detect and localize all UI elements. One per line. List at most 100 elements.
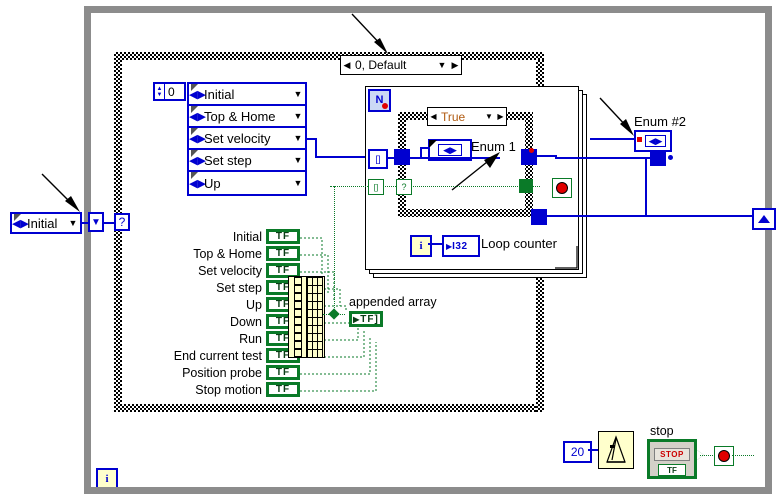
build-array-output-grid <box>306 277 323 357</box>
conditional-stop-terminal[interactable] <box>552 178 572 198</box>
wire-constant-to-metronome <box>588 449 598 451</box>
boolean-label: Set step <box>216 280 262 295</box>
enum-list-item-0[interactable]: ◀▶ Initial ▼ <box>189 84 305 106</box>
for-loop-corner-fold <box>555 246 578 269</box>
enum-list-item-2[interactable]: ◀▶ Set velocity ▼ <box>189 128 305 150</box>
annotation-arrow-inner-case <box>451 152 500 191</box>
wire-case-right-out-h <box>535 155 557 157</box>
wire-enum-out-h2 <box>315 156 370 158</box>
boolean-terminal[interactable]: TF <box>266 246 300 261</box>
stop-control[interactable]: STOP TF <box>647 439 697 479</box>
metronome-node[interactable] <box>598 431 634 469</box>
boolean-row-2: Set velocity TF <box>125 262 300 279</box>
loop-count-red-dot <box>382 103 388 109</box>
inner-case-selector[interactable]: ◀ True ▼ ▶ <box>427 107 507 126</box>
wire-stop-out <box>700 455 715 456</box>
boolean-terminal[interactable]: TF <box>266 365 300 380</box>
case-left-tunnel-green: ? <box>396 179 412 195</box>
boolean-label: End current test <box>173 348 262 363</box>
boolean-label: Run <box>239 331 262 346</box>
wire-outer-right-h <box>545 215 650 217</box>
wire-right-bottom-h <box>645 215 755 217</box>
enum2-spin-icon: ◀▶ <box>644 135 667 147</box>
stop-terminal-indicator[interactable] <box>714 446 734 466</box>
case-selector-label: 0, Default <box>355 58 407 72</box>
wire-enum-out-v <box>315 138 317 158</box>
build-array-node[interactable] <box>288 276 325 358</box>
case-selector-top[interactable]: ◀ 0, Default ▼ ▶ <box>340 55 462 75</box>
right-output-indicator[interactable] <box>752 208 776 230</box>
enum-list-item-4[interactable]: ◀▶ Up ▼ <box>189 172 305 194</box>
for-loop-right-tunnel <box>650 150 666 166</box>
enum-list-item-3[interactable]: ◀▶ Set step ▼ <box>189 150 305 172</box>
case-dropdown-arrow[interactable]: ▼ <box>435 60 449 70</box>
boolean-row-8: Position probe TF <box>125 364 300 381</box>
loop-counter-label: Loop counter <box>481 236 557 251</box>
wire-stop-continue <box>732 455 754 456</box>
enum-corner-marker <box>191 128 198 135</box>
build-array-inputs <box>289 277 306 357</box>
build-array-input-icon <box>293 325 302 333</box>
left-tunnel-terminal: ▼ <box>88 212 104 232</box>
case-right-tunnel-green <box>519 179 533 193</box>
build-array-input-icon <box>293 349 302 357</box>
wire-right-tunnel-v <box>645 157 647 217</box>
enum1-corner-marker <box>429 140 437 148</box>
enum-list: ◀▶ Initial ▼ ◀▶ Top & Home ▼ ◀▶ Set velo… <box>187 82 307 196</box>
wire-i-to-indicator <box>428 243 442 245</box>
inner-case-label: True <box>441 109 466 124</box>
case-next-arrow[interactable]: ▶ <box>449 60 461 71</box>
wire-case-right-out-h2 <box>555 157 650 159</box>
boolean-row-5: Down TF <box>125 313 300 330</box>
enum-list-item-1[interactable]: ◀▶ Top & Home ▼ <box>189 106 305 128</box>
enum-corner-marker <box>191 84 198 91</box>
indicator-triangle-icon <box>758 215 770 223</box>
metronome-icon <box>606 435 626 463</box>
for-loop-left-tunnel: [] <box>368 149 388 169</box>
boolean-row-0: Initial TF <box>125 228 300 245</box>
boolean-terminal[interactable]: TF <box>266 229 300 244</box>
case-right-tunnel-red-dot <box>529 148 534 153</box>
wait-constant-value: 20 <box>570 445 585 459</box>
build-array-input-icon <box>293 341 302 349</box>
enum-dropdown-arrow[interactable]: ▼ <box>291 89 305 99</box>
boolean-terminal[interactable]: TF <box>266 382 300 397</box>
inner-case-dropdown-arrow[interactable]: ▼ <box>483 112 495 121</box>
case-prev-arrow[interactable]: ◀ <box>341 60 353 71</box>
stop-button[interactable]: STOP <box>654 448 690 462</box>
build-array-input-icon <box>293 333 302 341</box>
enum-dropdown-arrow[interactable]: ▼ <box>291 111 305 121</box>
enum-dropdown-arrow[interactable]: ▼ <box>291 178 305 188</box>
stop-type-label-box: TF <box>658 464 686 476</box>
build-array-input-icon <box>293 293 302 301</box>
build-array-input-icon <box>293 301 302 309</box>
enum-dropdown-arrow[interactable]: ▼ <box>291 133 305 143</box>
inner-case-prev-arrow[interactable]: ◀ <box>428 112 439 121</box>
enum-item-label: Set velocity <box>204 130 271 146</box>
case-left-tunnel-blue <box>394 149 410 165</box>
tunnel-arrow-icon: ▼ <box>91 216 101 228</box>
enum-item-label: Up <box>204 175 221 191</box>
boolean-row-3: Set step TF <box>125 279 300 296</box>
enum-dropdown-arrow[interactable]: ▼ <box>291 155 305 165</box>
tunnel-array-icon: [] <box>375 154 381 164</box>
wait-constant[interactable]: 20 <box>563 441 592 463</box>
numeric-constant[interactable]: ▲ ▼ 0 <box>153 82 186 101</box>
build-array-input-icon <box>293 277 302 285</box>
inner-case-next-arrow[interactable]: ▶ <box>495 112 506 121</box>
iteration-terminal: i <box>410 235 432 257</box>
boolean-label: Top & Home <box>193 246 262 261</box>
numeric-spinner-icon[interactable]: ▲ ▼ <box>155 84 165 99</box>
wire-junction-right <box>668 155 673 160</box>
annotation-arrow-top <box>351 13 388 54</box>
boolean-label: Up <box>246 297 262 312</box>
left-enum-dropdown-arrow[interactable]: ▼ <box>66 218 80 228</box>
stop-button-text: STOP <box>660 450 684 460</box>
boolean-row-1: Top & Home TF <box>125 245 300 262</box>
boolean-label: Initial <box>232 229 262 244</box>
boolean-row-6: Run TF <box>125 330 300 347</box>
appended-array-indicator[interactable]: ▶ TF] <box>349 311 383 327</box>
wire-enum1-h-left <box>420 147 430 149</box>
case-selector-question-icon: ? <box>118 215 126 229</box>
annotation-arrow-enum2 <box>599 97 634 136</box>
